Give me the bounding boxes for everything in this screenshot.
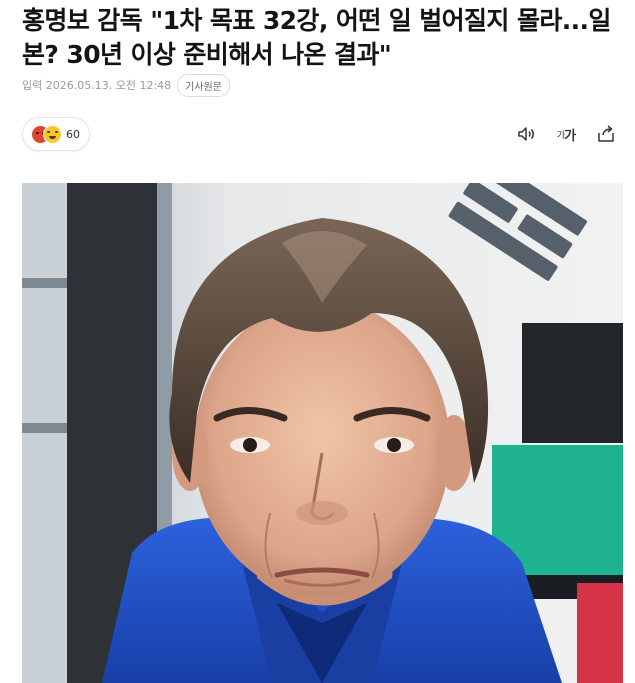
publish-date: 입력 2026.05.13. 오전 12:48 bbox=[22, 79, 172, 92]
reaction-button[interactable]: 60 bbox=[22, 117, 90, 151]
original-article-button[interactable]: 기사원문 bbox=[177, 73, 230, 97]
article-toolbar: 가가 bbox=[515, 123, 617, 145]
speaker-icon[interactable] bbox=[515, 123, 537, 145]
reaction-count: 60 bbox=[66, 127, 80, 141]
share-icon[interactable] bbox=[595, 123, 617, 145]
font-size-icon[interactable]: 가가 bbox=[555, 123, 577, 145]
font-large-label: 가 bbox=[564, 128, 576, 144]
article-headline: 홍명보 감독 "1차 목표 32강, 어떤 일 벌어질지 몰라...일본? 30… bbox=[22, 6, 611, 69]
article-photo bbox=[22, 183, 623, 683]
font-small-label: 가 bbox=[556, 130, 565, 141]
article-meta: 입력 2026.05.13. 오전 12:48 기사원문 bbox=[22, 73, 230, 97]
laugh-emoji-icon bbox=[43, 124, 62, 144]
